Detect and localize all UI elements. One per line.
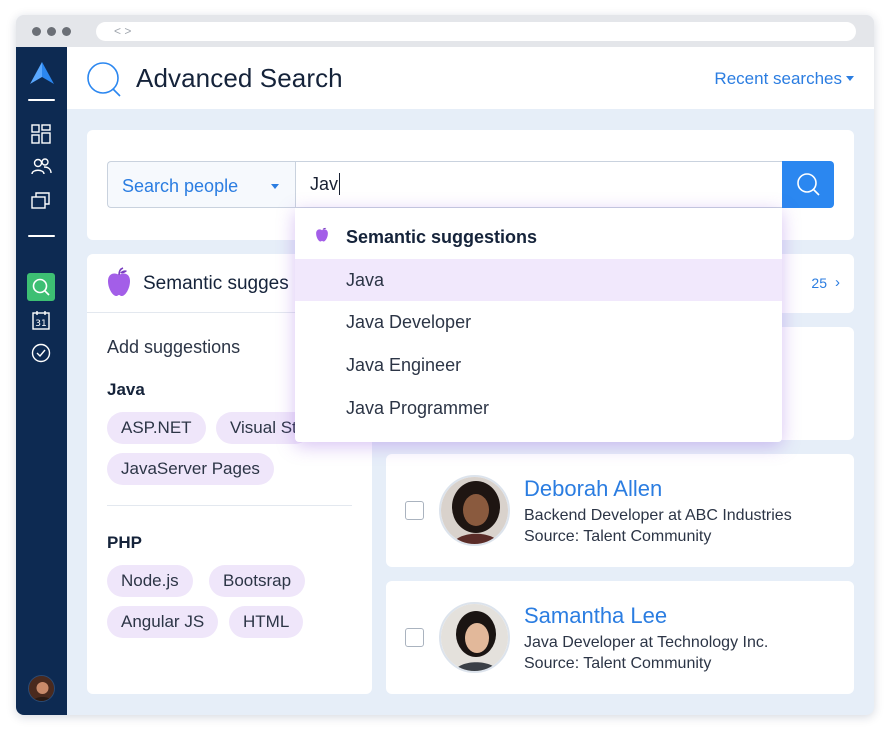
people-icon[interactable] (30, 156, 52, 178)
suggestion-item[interactable]: Java Developer (295, 301, 782, 343)
svg-text:31: 31 (35, 319, 46, 329)
dropdown-title: Semantic suggestions (346, 227, 538, 247)
sidebar-divider (28, 235, 55, 237)
page-header: Advanced Search Recent searches (67, 47, 874, 109)
caret-down-icon (271, 184, 279, 189)
check-circle-icon[interactable] (30, 342, 52, 364)
caret-down-icon (846, 76, 854, 81)
person-role: Java Developer at Technology Inc. (524, 634, 769, 651)
avatar (439, 602, 510, 673)
person-source: Source: Talent Community (524, 655, 712, 672)
recent-searches-label: Recent searches (714, 69, 842, 88)
url-bar[interactable]: < > (96, 22, 856, 41)
add-suggestions-label: Add suggestions (107, 337, 241, 357)
window-dot-close[interactable] (32, 27, 41, 36)
app-window: < > 31 Advanced Search Recent searches S… (16, 15, 874, 715)
person-name[interactable]: Deborah Allen (524, 476, 662, 502)
browser-chrome: < > (16, 15, 874, 47)
dashboard-icon[interactable] (30, 123, 52, 145)
chip-html[interactable]: HTML (229, 606, 304, 638)
sidebar-divider (28, 99, 55, 101)
person-name[interactable]: Samantha Lee (524, 603, 667, 629)
user-avatar[interactable] (28, 675, 55, 702)
app-logo-icon[interactable] (29, 61, 55, 85)
suggestions-dropdown: Semantic suggestions Java Java Developer… (295, 208, 782, 442)
chip-nodejs[interactable]: Node.js (107, 565, 193, 597)
result-card-samantha-lee[interactable]: Samantha Lee Java Developer at Technolog… (386, 581, 854, 694)
avatar (439, 475, 510, 546)
results-count: 25 (811, 275, 827, 291)
semantic-panel-title: Semantic sugges (143, 273, 289, 294)
calendar-icon[interactable]: 31 (30, 309, 52, 331)
apple-icon (316, 227, 328, 242)
briefcase-icon[interactable] (30, 189, 52, 211)
suggestion-item[interactable]: Java (295, 259, 782, 301)
search-icon (32, 278, 50, 296)
sidebar: 31 (16, 47, 67, 715)
group-divider (107, 505, 352, 506)
group-title-php: PHP (107, 533, 142, 552)
chip-aspnet[interactable]: ASP.NET (107, 412, 206, 444)
window-dot-minimize[interactable] (47, 27, 56, 36)
result-card-deborah-allen[interactable]: Deborah Allen Backend Developer at ABC I… (386, 454, 854, 567)
person-role: Backend Developer at ABC Industries (524, 507, 792, 524)
page-title: Advanced Search (136, 63, 343, 93)
chip-javaserver-pages[interactable]: JavaServer Pages (107, 453, 274, 485)
select-checkbox[interactable] (405, 628, 424, 647)
apple-icon (108, 267, 130, 296)
search-input[interactable]: Jav (295, 161, 783, 208)
suggestion-item[interactable]: Java Programmer (295, 387, 782, 429)
chip-bootstrap[interactable]: Bootsrap (209, 565, 306, 597)
window-dot-maximize[interactable] (62, 27, 71, 36)
dropdown-header: Semantic suggestions (295, 208, 782, 259)
text-cursor (339, 173, 341, 195)
chevron-right-icon[interactable]: › (835, 274, 840, 291)
search-icon (87, 62, 121, 97)
chip-angular-js[interactable]: Angular JS (107, 606, 219, 638)
group-title-java: Java (107, 380, 145, 399)
search-query-text: Jav (310, 174, 339, 194)
search-icon (797, 173, 820, 196)
recent-searches-dropdown[interactable]: Recent searches (714, 69, 854, 89)
search-button[interactable] (782, 161, 834, 208)
search-type-label: Search people (122, 176, 239, 196)
person-source: Source: Talent Community (524, 528, 712, 545)
select-checkbox[interactable] (405, 501, 424, 520)
sidebar-item-search[interactable] (27, 273, 55, 301)
suggestion-item[interactable]: Java Engineer (295, 344, 782, 386)
search-type-select[interactable]: Search people (107, 161, 295, 208)
